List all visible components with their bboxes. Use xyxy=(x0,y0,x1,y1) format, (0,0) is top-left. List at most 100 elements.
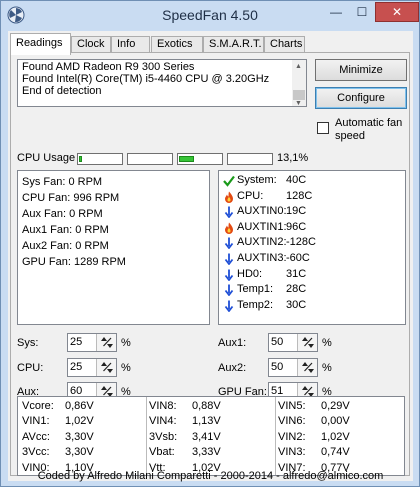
tab-readings[interactable]: Readings xyxy=(10,33,71,55)
log-line: Found AMD Radeon R9 300 Series xyxy=(22,61,195,73)
title-bar[interactable]: SpeedFan 4.50 — ☐ ✕ xyxy=(1,1,419,29)
window-close-button[interactable]: ✕ xyxy=(375,2,419,22)
window-minimize-button[interactable]: — xyxy=(323,2,349,22)
voltage-row: VIN4: 1,13V xyxy=(149,414,269,429)
temp-value: 19C xyxy=(286,205,307,218)
percent-unit: % xyxy=(322,337,332,349)
voltage-label: 3Vcc: xyxy=(22,446,50,459)
scroll-up-icon[interactable]: ▲ xyxy=(295,61,302,73)
fan-label: Sys Fan: xyxy=(22,176,66,188)
voltage-label: Vcore: xyxy=(22,400,54,412)
voltage-label: AVcc: xyxy=(22,430,50,443)
sys-speed-stepper[interactable]: 25 xyxy=(67,333,117,352)
temp-label: System: xyxy=(237,174,277,186)
voltage-value: 3,33V xyxy=(192,446,221,459)
fan-row: CPU Fan: 996 RPM xyxy=(22,190,205,206)
fan-value: 0 RPM xyxy=(75,224,109,236)
arrow-down-icon xyxy=(224,269,234,281)
voltage-value: 0,88V xyxy=(192,400,221,412)
voltage-label: VIN8: xyxy=(149,400,177,412)
cpu-core-usage-bar xyxy=(77,153,123,165)
voltage-label: 3Vsb: xyxy=(149,430,178,443)
voltages-box: Vcore: 0,86V VIN1: 1,02V AVcc: 3,30V 3Vcc: 3… xyxy=(17,396,405,476)
arrow-down-icon xyxy=(224,253,234,265)
temp-value: -60C xyxy=(286,251,310,264)
voltage-column: VIN5: 0,29V VIN6: 0,00V VIN2: 1,02V VIN3: 0,… xyxy=(278,399,398,476)
temp-row: AUXTIN1: 96C xyxy=(223,220,401,236)
configure-button[interactable]: Configure xyxy=(315,87,407,109)
temp-value: -128C xyxy=(286,236,316,249)
speedfan-window: SpeedFan 4.50 — ☐ ✕ Readings Clock Info … xyxy=(0,0,420,487)
cpu-core-usage-bar xyxy=(177,153,223,165)
fan-label: GPU Fan: xyxy=(22,256,71,268)
fan-label: Aux1 Fan: xyxy=(22,224,73,236)
spin-buttons[interactable] xyxy=(96,334,116,351)
spin-buttons[interactable] xyxy=(297,334,317,351)
minimize-button[interactable]: Minimize xyxy=(315,59,407,81)
percent-unit: % xyxy=(121,362,131,374)
temp-label: AUXTIN2: xyxy=(237,236,287,249)
automatic-fan-speed-checkbox[interactable] xyxy=(317,122,329,134)
spin-arrows-icon xyxy=(302,362,314,373)
fan-value: 0 RPM xyxy=(69,208,103,220)
speed-label: Aux1: xyxy=(218,337,247,349)
status-bar: Coded by Alfredo Milani Comparetti - 200… xyxy=(37,470,384,482)
temp-row: Temp2: 30C xyxy=(223,298,401,314)
spin-buttons[interactable] xyxy=(96,359,116,376)
fan-label: Aux2 Fan: xyxy=(22,240,73,252)
temp-row: AUXTIN2: -128C xyxy=(223,235,401,251)
voltage-row: 3Vsb: 3,41V xyxy=(149,430,269,445)
temp-label: Temp2: xyxy=(237,298,274,311)
voltage-value: 0,74V xyxy=(321,446,350,459)
voltage-row: AVcc: 3,30V xyxy=(22,430,142,445)
temp-row: HD0: 31C xyxy=(223,267,401,283)
voltage-value: 0,86V xyxy=(65,400,94,412)
temp-row: CPU: 128C xyxy=(223,189,401,205)
aux2-speed-stepper[interactable]: 50 xyxy=(268,358,318,377)
detection-log[interactable]: Found AMD Radeon R9 300 Series Found Int… xyxy=(17,59,307,107)
voltage-label: VIN1: xyxy=(22,415,50,428)
column-divider xyxy=(275,397,276,475)
cpu-core-usage-bar xyxy=(227,153,273,165)
arrow-down-icon xyxy=(224,284,234,297)
cpu-core-usage-fill xyxy=(179,156,194,162)
temp-label: HD0: xyxy=(237,267,263,280)
scroll-down-icon[interactable]: ▼ xyxy=(295,98,302,106)
fan-row: GPU Fan: 1289 RPM xyxy=(22,254,205,270)
voltage-row: VIN2: 1,02V xyxy=(278,430,398,445)
cpu-speed-stepper[interactable]: 25 xyxy=(67,358,117,377)
voltage-value: 0,00V xyxy=(321,415,350,428)
voltage-label: VIN4: xyxy=(149,415,177,428)
voltage-label: VIN5: xyxy=(278,400,306,412)
voltage-row: VIN6: 0,00V xyxy=(278,414,398,429)
fan-row: Aux1 Fan: 0 RPM xyxy=(22,222,205,238)
automatic-fan-speed-label: speed xyxy=(335,130,365,142)
voltage-value: 1,02V xyxy=(65,415,94,428)
voltage-label: VIN6: xyxy=(278,415,306,428)
cpu-core-usage-bar xyxy=(127,153,173,165)
spin-arrows-icon xyxy=(101,362,113,373)
voltage-value: 3,30V xyxy=(65,446,94,459)
spin-buttons[interactable] xyxy=(297,359,317,376)
speed-value: 50 xyxy=(271,336,284,348)
speed-value: 25 xyxy=(70,361,83,373)
voltage-label: Vbat: xyxy=(149,446,175,459)
temp-label: AUXTIN1: xyxy=(237,220,287,233)
spin-arrows-icon xyxy=(101,337,113,348)
fan-label: CPU Fan: xyxy=(22,192,71,204)
log-scrollbar[interactable]: ▲ ▼ xyxy=(292,60,306,106)
temp-label: AUXTIN0: xyxy=(237,205,287,218)
fan-label: Aux Fan: xyxy=(22,208,67,220)
temp-value: 128C xyxy=(286,189,313,202)
arrow-down-icon xyxy=(224,206,234,219)
percent-unit: % xyxy=(121,337,131,349)
temp-label: AUXTIN3: xyxy=(237,251,287,264)
voltage-value: 3,41V xyxy=(192,430,221,443)
aux1-speed-stepper[interactable]: 50 xyxy=(268,333,318,352)
percent-unit: % xyxy=(322,362,332,374)
fan-value: 1289 RPM xyxy=(73,256,126,268)
arrow-down-icon xyxy=(224,237,234,250)
voltage-value: 1,13V xyxy=(192,415,221,428)
voltage-value: 0,29V xyxy=(321,400,350,412)
window-maximize-button[interactable]: ☐ xyxy=(349,2,375,22)
